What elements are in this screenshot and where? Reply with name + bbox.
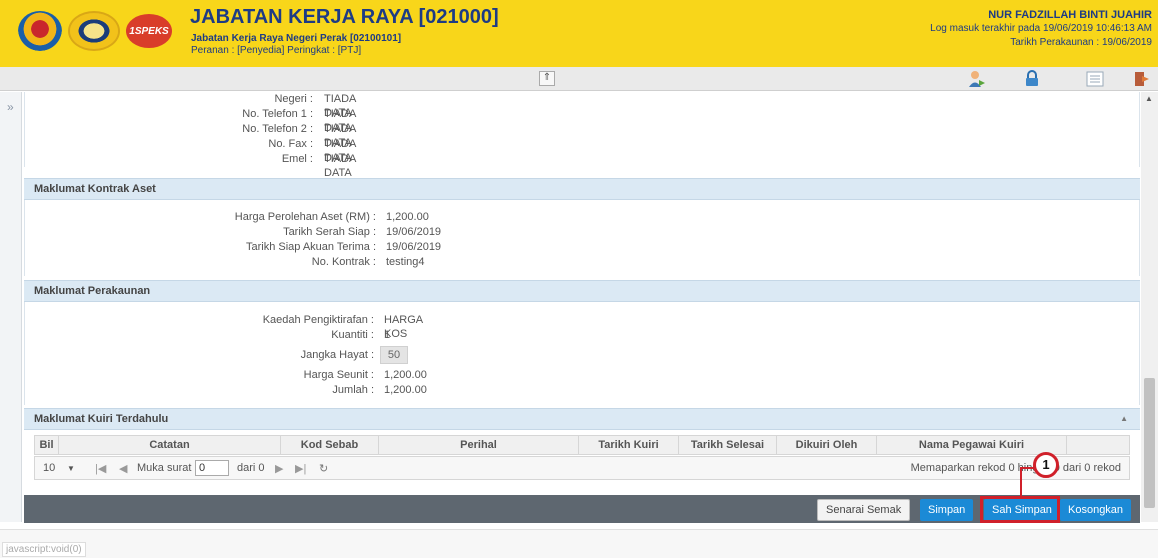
last-login: Log masuk terakhir pada 19/06/2019 10:46…	[930, 23, 1152, 34]
section-kuiri-title: Maklumat Kuiri Terdahulu	[34, 413, 169, 425]
side-panel-toggle[interactable]: »	[0, 92, 22, 522]
browser-status-bar: javascript:void(0)	[0, 529, 1158, 558]
expand-sidebar-icon[interactable]: »	[7, 100, 14, 114]
role-info: Peranan : [Penyedia] Peringkat : [PTJ]	[191, 45, 362, 56]
top-toolbar: ⇑	[0, 67, 1158, 91]
annotation-highlight-box	[980, 496, 1060, 523]
list-view-icon[interactable]	[1086, 70, 1104, 88]
col-perihal[interactable]: Perihal	[379, 436, 579, 454]
annotation-step-badge: 1	[1033, 452, 1059, 478]
status-url: javascript:void(0)	[2, 542, 86, 557]
page-size-select[interactable]: 10	[43, 462, 55, 474]
logout-icon[interactable]	[1133, 70, 1151, 88]
section-kuiri-terdahulu[interactable]: Maklumat Kuiri Terdahulu ▲	[24, 408, 1140, 430]
user-profile-icon[interactable]	[968, 70, 986, 88]
lock-icon[interactable]	[1023, 70, 1041, 88]
table-pager: 10 ▼ |◀ ◀ Muka surat 0 dari 0 ▶ ▶| ↻ Mem…	[34, 456, 1130, 480]
content-scrollbar[interactable]: ▲	[1141, 92, 1158, 522]
logo-group: 1SPEKS	[18, 6, 172, 56]
action-bar: Senarai Semak Simpan Sah Simpan Kosongka…	[24, 495, 1140, 523]
scroll-thumb[interactable]	[1144, 378, 1155, 508]
first-page-icon[interactable]: |◀	[95, 462, 106, 475]
page-total: dari 0	[237, 462, 265, 474]
department-subtitle: Jabatan Kerja Raya Negeri Perak [0210010…	[191, 33, 402, 44]
next-page-icon[interactable]: ▶	[275, 462, 283, 475]
col-dikuiri-oleh[interactable]: Dikuiri Oleh	[777, 436, 877, 454]
col-tarikh-selesai[interactable]: Tarikh Selesai	[679, 436, 777, 454]
page-title: JABATAN KERJA RAYA [021000]	[190, 6, 499, 28]
col-spacer	[1067, 436, 1127, 454]
user-name: NUR FADZILLAH BINTI JUAHIR	[988, 9, 1152, 21]
simpan-button[interactable]: Simpan	[920, 499, 974, 521]
scroll-up-icon[interactable]: ▲	[1145, 94, 1153, 103]
section-kontrak-aset: Maklumat Kontrak Aset	[24, 178, 1140, 200]
col-tarikh-kuiri[interactable]: Tarikh Kuiri	[579, 436, 679, 454]
col-bil[interactable]: Bil	[35, 436, 59, 454]
col-catatan[interactable]: Catatan	[59, 436, 281, 454]
kuiri-table-header: Bil Catatan Kod Sebab Perihal Tarikh Kui…	[34, 435, 1130, 455]
coat-of-arms-logo	[18, 11, 62, 51]
page-size-dropdown-icon[interactable]: ▼	[67, 464, 75, 473]
page-label: Muka surat	[137, 462, 192, 474]
prev-page-icon[interactable]: ◀	[119, 462, 127, 475]
col-kod-sebab[interactable]: Kod Sebab	[281, 436, 379, 454]
collapse-section-icon[interactable]: ▲	[1120, 409, 1128, 429]
col-nama-pegawai[interactable]: Nama Pegawai Kuiri	[877, 436, 1067, 454]
app-header: 1SPEKS JABATAN KERJA RAYA [021000] Jabat…	[0, 0, 1158, 67]
record-summary: Memaparkan rekod 0 hingga 0 dari 0 rekod	[910, 462, 1121, 474]
user-info: NUR FADZILLAH BINTI JUAHIR Log masuk ter…	[930, 8, 1152, 50]
refresh-icon[interactable]: ↻	[319, 462, 328, 475]
page-number-input[interactable]: 0	[195, 460, 229, 476]
section-perakaunan: Maklumat Perakaunan	[24, 280, 1140, 302]
jangka-hayat-field[interactable]: 50	[380, 346, 408, 364]
account-date: Tarikh Perakaunan : 19/06/2019	[1010, 37, 1152, 48]
annotation-line	[1020, 467, 1034, 469]
main-content: Negeri : TIADA DATA No. Telefon 1 : TIADA …	[24, 92, 1140, 522]
kosongkan-button[interactable]: Kosongkan	[1060, 499, 1132, 521]
collapse-header-button[interactable]: ⇑	[539, 71, 555, 86]
annotation-line	[1020, 468, 1022, 496]
state-crest-logo	[68, 11, 120, 51]
last-page-icon[interactable]: ▶|	[295, 462, 306, 475]
senarai-semak-button[interactable]: Senarai Semak	[817, 499, 911, 521]
ispeks-logo: 1SPEKS	[126, 14, 172, 48]
